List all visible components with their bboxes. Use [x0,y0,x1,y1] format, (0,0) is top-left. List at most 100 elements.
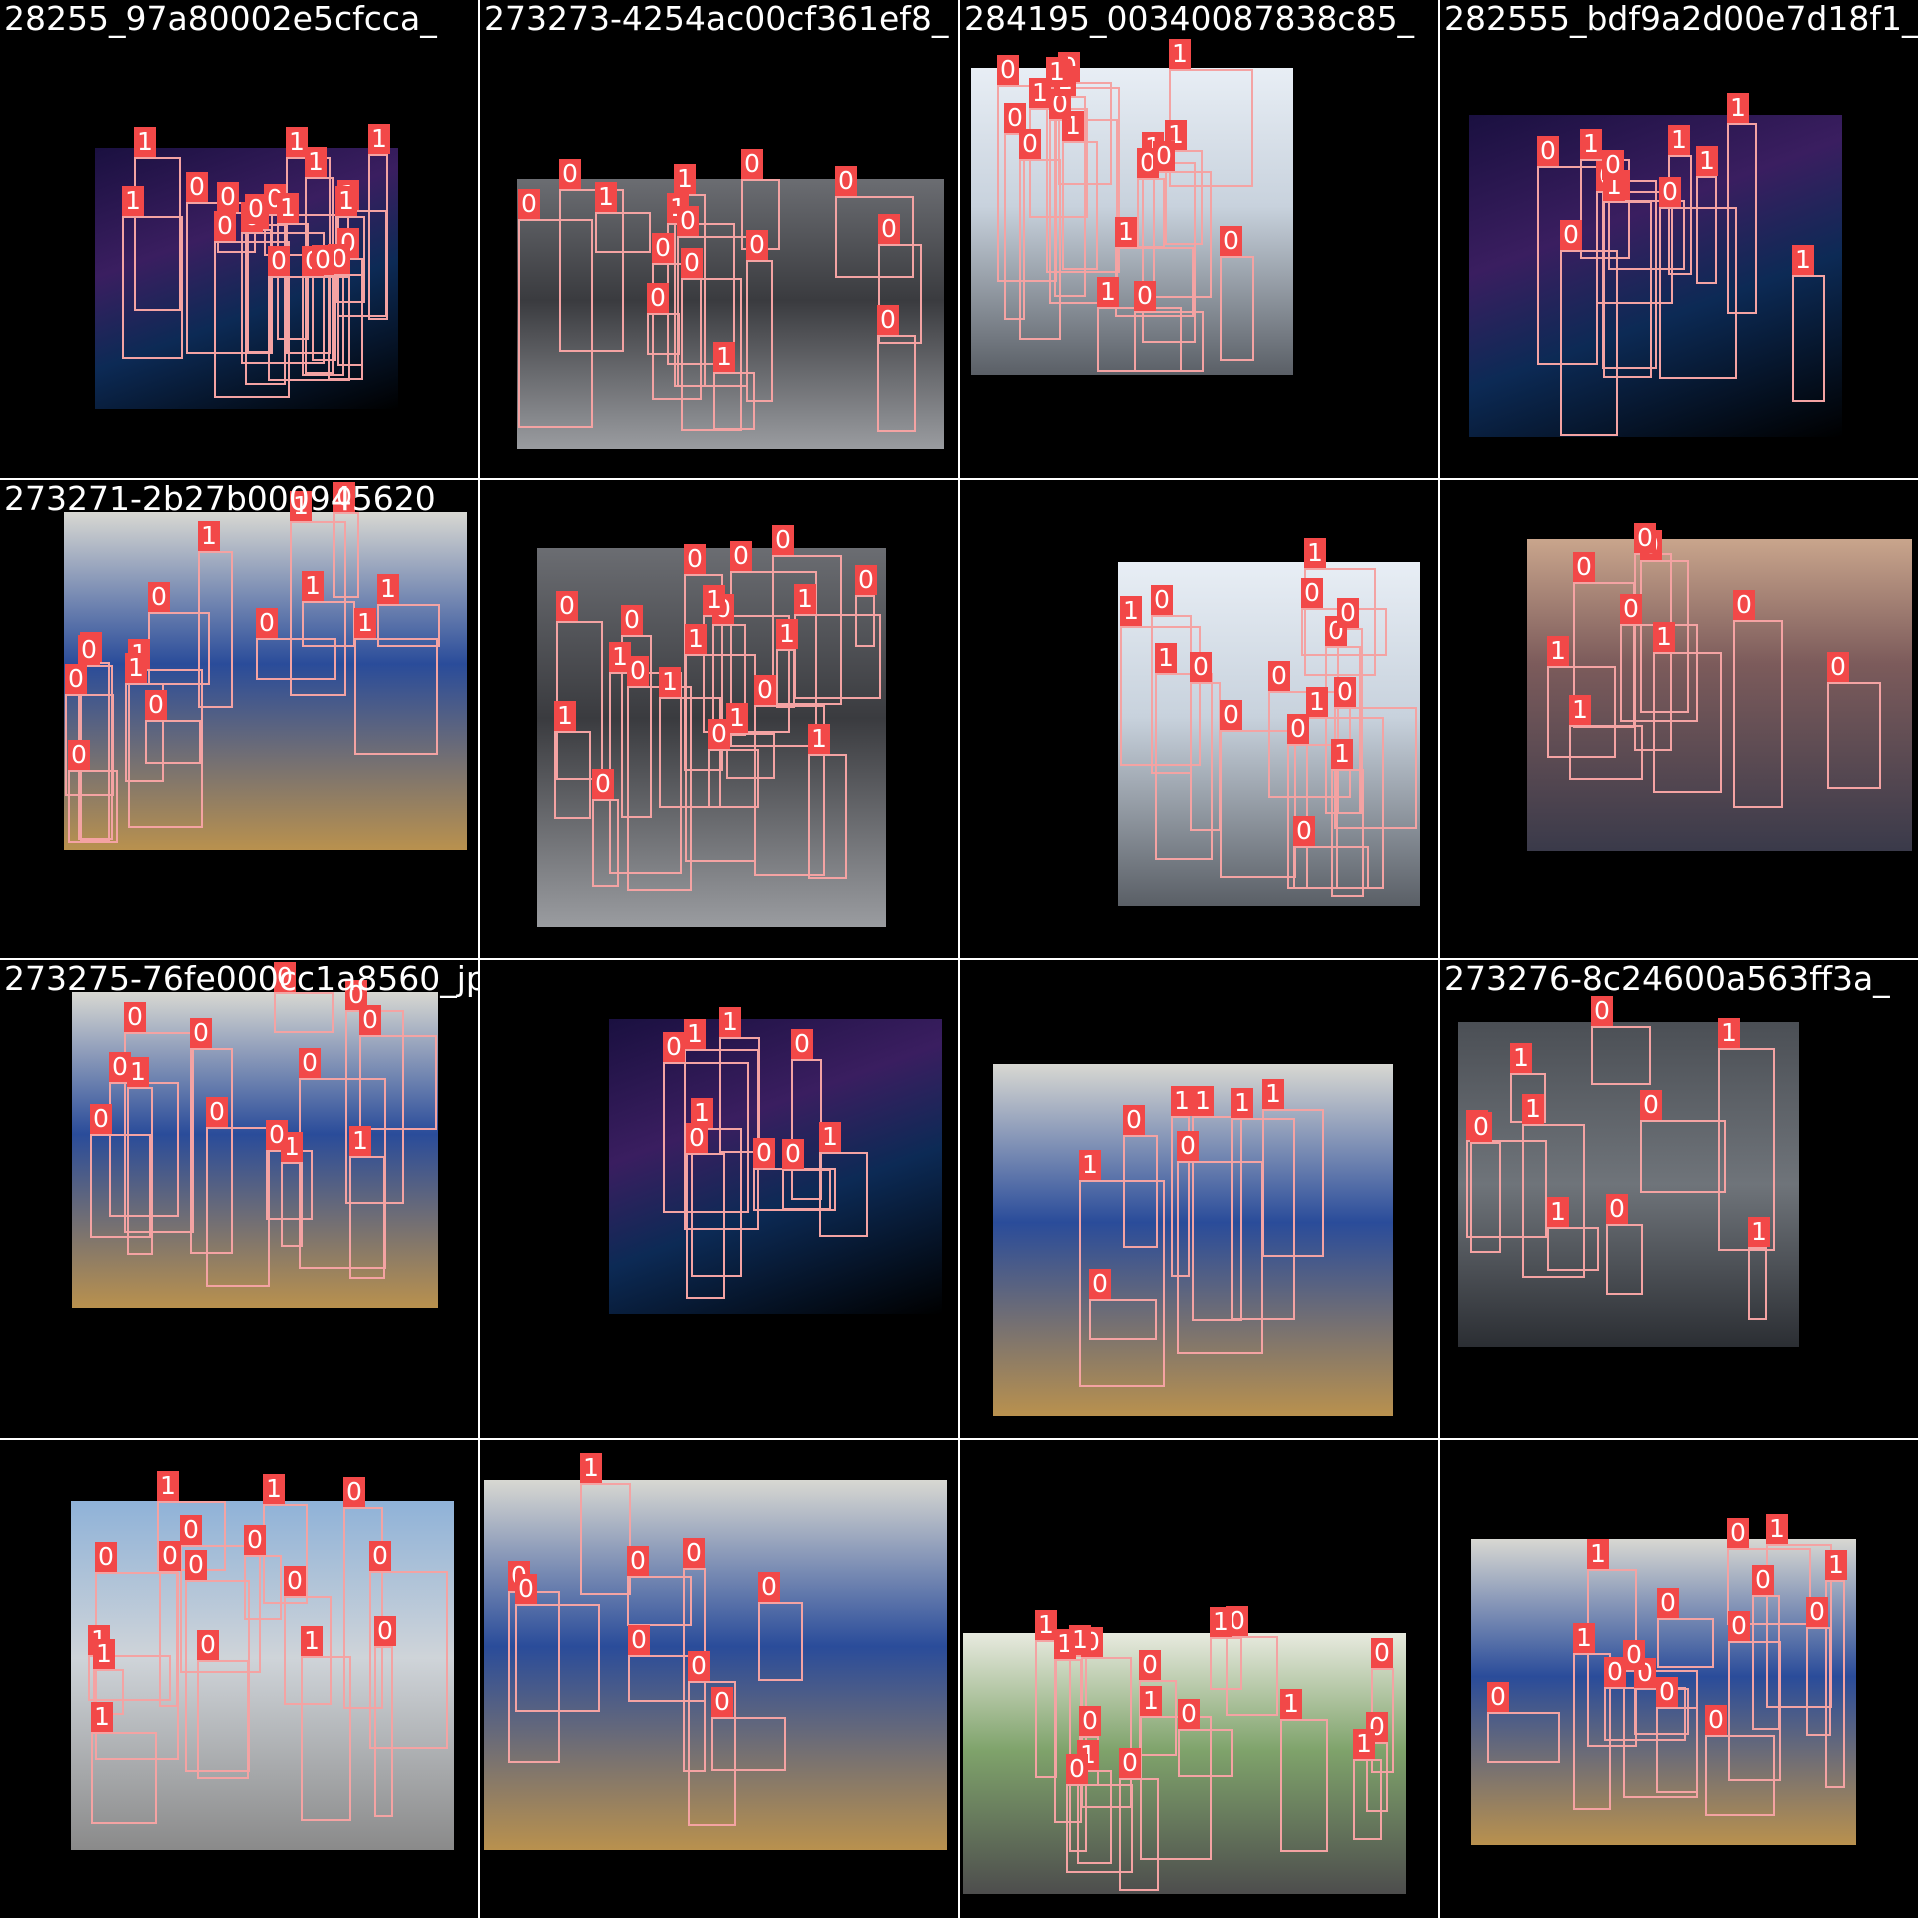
class-label: 1 [1171,1086,1193,1116]
class-label: 0 [1659,177,1681,207]
class-label: 0 [1640,1090,1662,1120]
bounding-box [145,720,201,764]
class-label: 1 [580,1453,602,1483]
scene-image [609,1019,942,1314]
class-label: 1 [1573,1623,1595,1653]
class-label: 1 [127,1057,149,1087]
class-label: 1 [1353,1729,1375,1759]
class-label: 0 [1220,700,1242,730]
class-label: 0 [78,635,100,665]
bounding-box [377,604,440,647]
class-label: 1 [302,571,324,601]
mosaic-grid: 1110100010110000010128255_97a80002e5cfcc… [0,0,1920,1920]
class-label: 0 [1089,1269,1111,1299]
class-label: 0 [683,1538,705,1568]
class-label: 0 [730,541,752,571]
mosaic-tile: 100101111010000110284195_00340087838c85_ [960,0,1438,478]
class-label: 0 [65,664,87,694]
class-label: 0 [684,544,706,574]
class-label: 0 [206,1097,228,1127]
class-label: 0 [1470,1112,1492,1142]
class-label: 1 [349,1126,371,1156]
class-label: 0 [68,740,90,770]
class-label: 1 [1825,1550,1847,1580]
class-label: 0 [185,1550,207,1580]
class-label: 0 [741,149,763,179]
class-label: 1 [1120,596,1142,626]
class-label: 1 [301,1626,323,1656]
class-label: 0 [1487,1682,1509,1712]
bounding-box [580,1483,631,1595]
class-label: 0 [1733,590,1755,620]
class-label: 0 [997,55,1019,85]
bounding-box [359,1035,437,1130]
class-label: 0 [835,166,857,196]
class-label: 0 [1151,585,1173,615]
class-label: 0 [1606,1194,1628,1224]
bounding-box [333,512,359,598]
bounding-box [90,1134,151,1238]
class-label: 0 [1560,220,1582,250]
class-label: 0 [266,1120,288,1150]
bounding-box [185,1580,250,1772]
class-label: 0 [1591,996,1613,1026]
class-label: 1 [277,193,299,223]
class-label: 1 [659,667,681,697]
class-label: 0 [754,675,776,705]
bounding-box [354,638,438,755]
class-label: 0 [647,283,669,313]
class-label: 0 [1220,226,1242,256]
mosaic-tile: 100010100 [1440,480,1918,958]
bounding-box [343,1507,383,1709]
bounding-box [819,1152,868,1237]
class-label: 0 [186,172,208,202]
class-label: 0 [652,233,674,263]
class-label: 1 [122,186,144,216]
bounding-box [746,260,773,402]
class-label: 0 [1019,129,1041,159]
class-label: 1 [1280,1689,1302,1719]
bounding-box [190,1048,233,1254]
class-label: 1 [1079,1150,1101,1180]
class-label: 0 [1301,578,1323,608]
class-label: 0 [1334,677,1356,707]
class-label: 0 [746,230,768,260]
class-label: 0 [1657,1588,1679,1618]
bounding-box [877,335,916,432]
class-label: 1 [377,574,399,604]
class-label: 1 [1792,245,1814,275]
class-label: 0 [299,1048,321,1078]
bounding-box [559,189,624,352]
mosaic-tile: 00111101001010010010 [480,480,958,958]
class-label: 1 [157,1471,179,1501]
class-label: 1 [91,1702,113,1732]
class-label: 1 [726,703,748,733]
class-label: 0 [753,1138,775,1168]
class-label: 1 [691,1098,713,1128]
class-label: 0 [711,1687,733,1717]
bounding-box [91,1732,157,1824]
class-label: 1 [719,1007,741,1037]
class-label: 1 [1727,93,1749,123]
class-label: 0 [1190,652,1212,682]
class-label: 0 [284,1566,306,1596]
class-label: 1 [335,186,357,216]
class-label: 0 [214,211,236,241]
class-label: 0 [627,1546,649,1576]
class-label: 0 [677,206,699,236]
class-label: 1 [1169,39,1191,69]
bounding-box [1657,1618,1714,1668]
bounding-box [1705,1735,1775,1816]
class-label: 0 [1371,1638,1393,1668]
bounding-box [159,1571,178,1707]
class-label: 1 [1192,1086,1214,1116]
class-label: 0 [758,1572,780,1602]
class-label: 0 [556,591,578,621]
class-label: 0 [1827,652,1849,682]
class-label: 0 [782,1139,804,1169]
bounding-box [1640,1120,1726,1193]
bounding-box [1748,1247,1767,1320]
mosaic-tile: 010100101 [480,960,958,1438]
class-label: 1 [134,127,156,157]
mosaic-tile: 000000001 [480,1440,958,1918]
